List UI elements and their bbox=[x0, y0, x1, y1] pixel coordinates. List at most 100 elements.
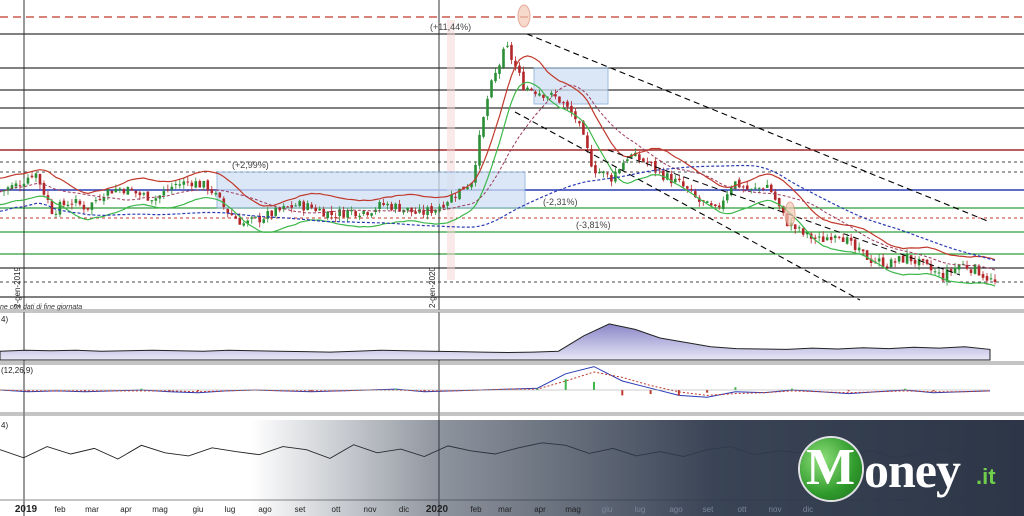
candle-body bbox=[498, 65, 501, 74]
candle-body bbox=[382, 203, 385, 205]
candle-body bbox=[34, 173, 38, 178]
candle-body bbox=[266, 210, 270, 219]
candle-body bbox=[106, 189, 110, 196]
candle-body bbox=[530, 88, 533, 91]
money-it-logo: M oney .it bbox=[800, 432, 1020, 510]
candle-body bbox=[166, 189, 170, 191]
x-axis-tick-label: set bbox=[703, 505, 714, 514]
candle-body bbox=[198, 181, 202, 188]
signal-line bbox=[0, 371, 991, 396]
x-axis-tick-label: giu bbox=[602, 505, 613, 514]
candle-body bbox=[993, 279, 997, 282]
x-axis-tick-label: giu bbox=[193, 505, 204, 514]
candle-body bbox=[482, 117, 485, 137]
x-axis-tick-label: ago bbox=[669, 505, 683, 514]
candle-body bbox=[662, 170, 665, 180]
candle-body bbox=[841, 237, 845, 242]
candle-body bbox=[486, 98, 489, 117]
x-axis-tick-label: nov bbox=[769, 505, 782, 514]
candle-body bbox=[454, 196, 457, 198]
candle-body bbox=[26, 177, 30, 184]
logo-tld: .it bbox=[976, 464, 996, 489]
candle-body bbox=[678, 178, 681, 181]
candle-body bbox=[362, 210, 365, 214]
candle-body bbox=[642, 158, 645, 162]
candle-body bbox=[518, 65, 521, 73]
candle-body bbox=[921, 258, 925, 261]
panel-label: 4) bbox=[1, 421, 8, 430]
candle-body bbox=[306, 203, 309, 211]
candle-body bbox=[154, 198, 158, 201]
pivot-marker-icon bbox=[784, 201, 796, 227]
candle-body bbox=[58, 201, 62, 215]
candle-body bbox=[30, 175, 34, 178]
panel-label: (12,26,9) bbox=[1, 366, 33, 375]
candle-body bbox=[793, 224, 797, 229]
candle-body bbox=[817, 236, 821, 238]
x-axis-tick-label: mar bbox=[498, 505, 512, 514]
x-axis-tick-label: dic bbox=[399, 505, 409, 514]
percent-annotation: (-2,31%) bbox=[543, 197, 578, 207]
candle-body bbox=[969, 269, 973, 273]
candle-body bbox=[893, 261, 897, 263]
consolidation-box bbox=[216, 171, 526, 209]
candle-body bbox=[606, 173, 609, 175]
candle-body bbox=[602, 171, 605, 174]
candle-body bbox=[741, 186, 745, 188]
candle-body bbox=[78, 200, 82, 205]
candle-body bbox=[478, 134, 481, 166]
candle-body bbox=[705, 201, 709, 203]
highlight-bar bbox=[447, 20, 455, 280]
candle-body bbox=[929, 264, 933, 271]
candle-body bbox=[905, 254, 909, 264]
candle-body bbox=[654, 160, 657, 172]
candle-body bbox=[430, 206, 433, 214]
candle-body bbox=[270, 210, 274, 217]
candle-body bbox=[889, 259, 893, 268]
candle-body bbox=[406, 207, 409, 211]
candle-body bbox=[538, 93, 541, 96]
candle-body bbox=[590, 149, 593, 167]
candle-body bbox=[598, 171, 601, 174]
candle-body bbox=[194, 181, 198, 188]
candle-body bbox=[442, 204, 445, 208]
candle-body bbox=[985, 276, 989, 281]
percent-annotation: (+11,44%) bbox=[430, 22, 471, 32]
candle-body bbox=[202, 181, 206, 188]
candle-body bbox=[426, 207, 429, 216]
x-axis-tick-label: feb bbox=[54, 505, 66, 514]
candle-body bbox=[578, 121, 581, 124]
candle-body bbox=[218, 192, 222, 198]
candle-body bbox=[378, 202, 381, 209]
candle-body bbox=[682, 181, 685, 187]
candle-body bbox=[438, 206, 441, 212]
candle-body bbox=[338, 209, 341, 217]
x-axis-tick-label: ott bbox=[738, 505, 748, 514]
candle-body bbox=[717, 205, 721, 208]
x-axis-tick-label: set bbox=[295, 505, 306, 514]
candle-body bbox=[250, 217, 254, 219]
candle-body bbox=[394, 203, 397, 210]
candle-body bbox=[765, 184, 769, 188]
candle-body bbox=[114, 188, 118, 193]
candle-body bbox=[769, 184, 773, 193]
peak-marker-icon bbox=[517, 4, 531, 28]
logo-letter: M bbox=[806, 439, 856, 496]
candle-body bbox=[274, 207, 278, 216]
candle-body bbox=[110, 190, 114, 194]
candle-body bbox=[122, 189, 126, 194]
candle-body bbox=[170, 186, 174, 190]
candle-body bbox=[346, 209, 349, 218]
candle-body bbox=[622, 162, 625, 171]
candle-body bbox=[522, 71, 525, 91]
candle-body bbox=[174, 183, 178, 185]
candle-body bbox=[506, 45, 509, 47]
candle-body bbox=[857, 247, 861, 251]
candle-body bbox=[686, 186, 689, 189]
candle-body bbox=[913, 260, 917, 264]
x-axis-tick-label: ago bbox=[258, 505, 272, 514]
candle-body bbox=[558, 96, 561, 103]
candle-body bbox=[957, 264, 961, 270]
candle-body bbox=[953, 267, 957, 274]
candle-body bbox=[849, 237, 853, 241]
